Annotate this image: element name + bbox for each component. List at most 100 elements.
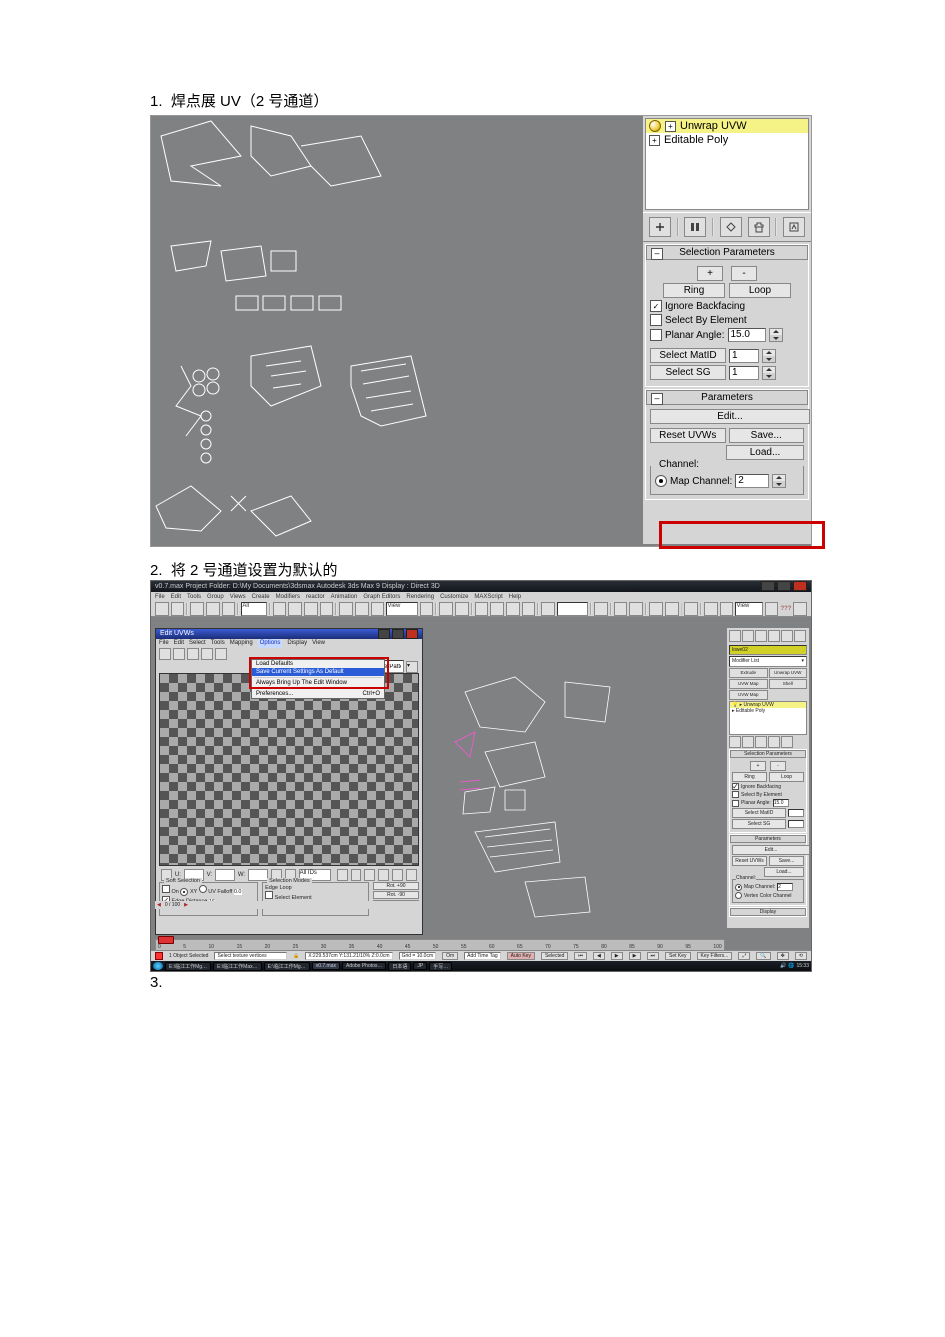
- edit-button[interactable]: Edit...: [650, 409, 810, 424]
- sg-input[interactable]: 1: [729, 366, 759, 380]
- menu-maxscript[interactable]: MAXScript: [474, 592, 502, 602]
- options-icon[interactable]: [406, 869, 417, 881]
- render-last-icon[interactable]: [765, 602, 779, 616]
- map-channel-spinner[interactable]: [772, 474, 786, 488]
- manipulate-icon[interactable]: [439, 602, 453, 616]
- select-icon[interactable]: [273, 602, 287, 616]
- collapse-icon[interactable]: –: [651, 393, 663, 405]
- select-sg-button[interactable]: Select SG: [732, 819, 786, 829]
- select-name-icon[interactable]: [288, 602, 302, 616]
- mod-btn-uvwmap2[interactable]: UVW Map: [729, 690, 768, 700]
- play-start-icon[interactable]: ⏮: [574, 952, 587, 960]
- os-taskbar[interactable]: E:\临江工作Mg… E:\临江工作Max… E:\临江工作Mg… v0.7.m…: [151, 961, 811, 971]
- matid-input[interactable]: [788, 809, 804, 817]
- dd-load-defaults[interactable]: Load Defaults: [252, 660, 384, 668]
- menu-reactor[interactable]: reactor: [306, 592, 325, 602]
- menu-modifiers[interactable]: Modifiers: [276, 592, 300, 602]
- maximize-icon[interactable]: [392, 629, 404, 639]
- softsel-uv-radio[interactable]: [199, 885, 207, 893]
- perspective-viewport[interactable]: [425, 632, 715, 922]
- uv-checker-viewport[interactable]: [159, 673, 419, 866]
- dd-preferences[interactable]: Preferences... Ctrl+O: [252, 690, 384, 698]
- menu-views[interactable]: Views: [230, 592, 246, 602]
- percent-snap-icon[interactable]: [506, 602, 520, 616]
- spinner-snap-icon[interactable]: [522, 602, 536, 616]
- configure-sets-icon[interactable]: [781, 736, 793, 748]
- pan-icon[interactable]: [337, 869, 348, 881]
- mini-listener-icon[interactable]: [155, 952, 163, 960]
- w-input[interactable]: [248, 869, 268, 881]
- ring-button[interactable]: Ring: [663, 283, 725, 298]
- taskbar-item[interactable]: E:\临江工作Mg…: [165, 962, 211, 971]
- rollout-header[interactable]: Display: [730, 908, 806, 916]
- hierarchy-tab-icon[interactable]: [755, 630, 767, 642]
- rollout-header[interactable]: – Selection Parameters: [646, 245, 808, 260]
- maximize-icon[interactable]: [777, 581, 791, 591]
- motion-tab-icon[interactable]: [768, 630, 780, 642]
- lock-icon[interactable]: 🔒: [293, 953, 299, 959]
- stack-item-editablepoly[interactable]: + Editable Poly: [646, 133, 808, 147]
- menu-rendering[interactable]: Rendering: [406, 592, 434, 602]
- reset-uvws-button[interactable]: Reset UVWs: [732, 856, 767, 866]
- ew-menu-mapping[interactable]: Mapping: [230, 639, 253, 648]
- map-channel-radio[interactable]: [735, 884, 742, 891]
- rect-select-icon[interactable]: [304, 602, 318, 616]
- menu-file[interactable]: File: [155, 592, 165, 602]
- selection-filter-dropdown[interactable]: All: [241, 602, 266, 616]
- taskbar-item[interactable]: E:\临江工作Max…: [213, 962, 262, 971]
- taskbar-item[interactable]: JP: [413, 962, 427, 970]
- zoom-icon[interactable]: [351, 869, 362, 881]
- schematic-icon[interactable]: [665, 602, 679, 616]
- shrink-button[interactable]: -: [770, 761, 786, 771]
- redo-icon[interactable]: [171, 602, 185, 616]
- stack-item-unwrap[interactable]: + Unwrap UVW: [646, 119, 808, 133]
- menu-help[interactable]: Help: [509, 592, 521, 602]
- snap-icon[interactable]: [475, 602, 489, 616]
- selected-button[interactable]: Selected: [541, 952, 568, 960]
- select-by-element-checkbox[interactable]: [650, 314, 662, 326]
- reactor-icon[interactable]: [793, 602, 807, 616]
- undo-icon[interactable]: [155, 602, 169, 616]
- make-unique-icon[interactable]: [720, 217, 742, 237]
- menu-group[interactable]: Group: [207, 592, 224, 602]
- matid-spinner[interactable]: [762, 349, 776, 363]
- map-channel-input[interactable]: 2: [777, 883, 793, 891]
- loop-button[interactable]: Loop: [769, 772, 804, 782]
- render-scene-icon[interactable]: [704, 602, 718, 616]
- unlink-icon[interactable]: [206, 602, 220, 616]
- matid-input[interactable]: 1: [729, 349, 759, 363]
- align-icon[interactable]: [614, 602, 628, 616]
- rot-plus90-button[interactable]: Rot. +90: [373, 882, 419, 890]
- menu-animation[interactable]: Animation: [331, 592, 358, 602]
- remove-modifier-icon[interactable]: [748, 217, 770, 237]
- softsel-xy-radio[interactable]: [180, 888, 188, 896]
- app-menubar[interactable]: File Edit Tools Group Views Create Modif…: [151, 592, 811, 602]
- vertex-color-radio[interactable]: [735, 892, 742, 899]
- ignore-backfacing-checkbox[interactable]: ✓: [732, 783, 739, 790]
- link-icon[interactable]: [190, 602, 204, 616]
- ew-menu-tools[interactable]: Tools: [211, 639, 225, 648]
- show-end-result-icon[interactable]: [684, 217, 706, 237]
- mirror-icon[interactable]: [594, 602, 608, 616]
- taskbar-item[interactable]: E:\临江工作Mg…: [264, 962, 310, 971]
- close-icon[interactable]: [406, 629, 418, 639]
- loop-button[interactable]: Loop: [729, 283, 791, 298]
- rollout-header[interactable]: Parameters: [730, 835, 806, 843]
- viewport-nav-icon[interactable]: ⤢: [738, 952, 750, 960]
- slider-handle-icon[interactable]: ▶: [184, 902, 188, 908]
- planar-checkbox[interactable]: [732, 800, 739, 807]
- save-button[interactable]: Save...: [769, 856, 804, 866]
- pin-stack-icon[interactable]: [649, 217, 671, 237]
- dd-save-defaults[interactable]: Save Current Settings As Default: [252, 668, 384, 676]
- mod-btn-unwrapuvw[interactable]: Unwrap UVW: [769, 668, 808, 678]
- start-button-icon[interactable]: [153, 962, 163, 970]
- edit-uvws-titlebar[interactable]: Edit UVWs: [156, 629, 422, 639]
- bind-icon[interactable]: [222, 602, 236, 616]
- keyfilters-button[interactable]: Key Filters...: [697, 952, 733, 960]
- mod-btn-shell[interactable]: Shell: [769, 679, 808, 689]
- keymode-icon[interactable]: [455, 602, 469, 616]
- expand-icon[interactable]: +: [649, 135, 660, 146]
- planar-angle-checkbox[interactable]: [650, 329, 662, 341]
- system-tray[interactable]: 🔊 🌐 15:33: [780, 963, 809, 969]
- select-matid-button[interactable]: Select MatID: [650, 348, 726, 363]
